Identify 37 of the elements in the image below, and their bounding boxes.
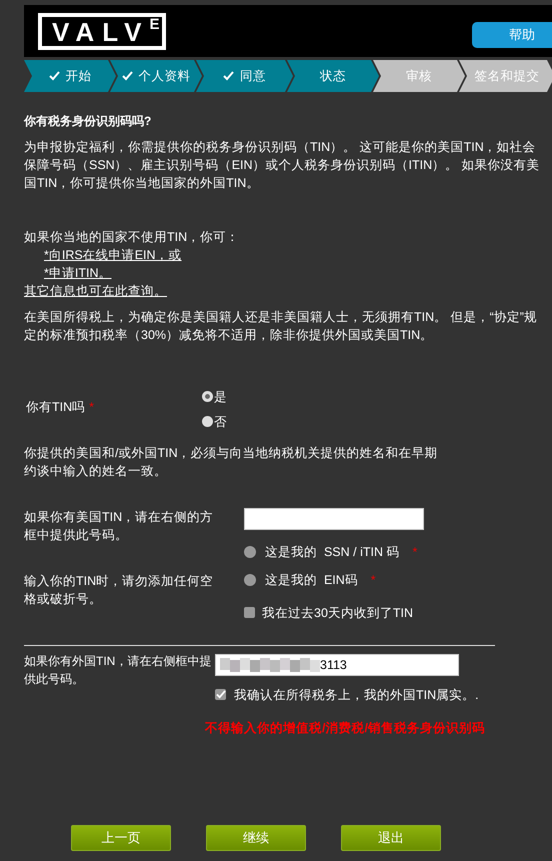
progress-step: 审核	[373, 60, 465, 92]
field-label: 如果你有外国TIN，请在右侧框中提供此号码。	[24, 653, 212, 688]
checkbox-label: 我在过去30天内收到了TIN	[262, 604, 414, 622]
radio-button[interactable]	[244, 546, 256, 558]
no-tin-text: 如果你当地的国家不使用TIN，你可：	[24, 229, 240, 246]
radio-label: 是	[214, 388, 227, 406]
intro-text: 为申报协定福利，你需提供你的税务身份识别码（TIN）。 这可能是你的美国TIN，如社会保障号码（SSN）、雇主识别号码（EIN）或个人税务身份识别码（ITIN）。 如果你没有美国TIN，你可提供你当地国家的外国TIN。	[24, 139, 541, 192]
progress-step: 个人资料	[110, 60, 202, 92]
us-tin-field[interactable]	[244, 508, 424, 530]
required-mark: *	[370, 572, 376, 589]
progress-step: 签名和提交	[459, 60, 552, 92]
checkbox[interactable]	[215, 689, 226, 700]
radio-label: 这是我的 SSN / iTIN 码	[265, 544, 400, 561]
radio-label: 否	[214, 414, 227, 430]
foreign-tin-field[interactable]: 3113	[215, 654, 459, 676]
checkbox-label: 我确认在所得税务上，我的外国TIN属实。.	[234, 686, 479, 704]
link[interactable]: *向IRS在线申请EIN，或	[44, 246, 182, 264]
field-label: 如果你有美国TIN，请在右侧的方框中提供此号码。	[24, 509, 214, 544]
radio-button[interactable]	[202, 391, 213, 402]
logo: VALV$^{E}$	[38, 12, 166, 50]
checkbox[interactable]	[244, 607, 255, 618]
warning-text: 不得输入你的增值税/消费税/销售税务身份识别码	[205, 720, 486, 737]
radio-button[interactable]	[244, 574, 256, 586]
radio-label: 这是我的 EIN码	[265, 572, 358, 589]
link[interactable]: *申请ITIN。	[44, 264, 112, 282]
match-note: 你提供的美国和/或外国TIN，必须与向当地纳税机关提供的姓名和在早期约谈中输入的姓名一致。	[24, 445, 439, 480]
section-title: 你有税务身份识别码吗?	[24, 113, 152, 130]
progress-step: 同意	[196, 60, 293, 92]
required-mark: *	[412, 544, 418, 561]
radio-button[interactable]	[202, 416, 213, 427]
required-mark: *	[89, 400, 94, 414]
hint-text: 输入你的TIN时，请勿添加任何空格或破折号。	[24, 573, 214, 608]
progress-step: 开始	[24, 60, 116, 92]
note-text: 在美国所得税上，为确定你是美国籍人还是非美国籍人士，无须拥有TIN。 但是，“协定”规定的标准预扣税率（30%）减免将不适用，除非你提供外国或美国TIN。	[24, 309, 538, 344]
field-label: 你有TIN吗	[26, 400, 86, 414]
progress-step: 状态	[287, 60, 379, 92]
more-info-link[interactable]: 其它信息也可在此查询。	[24, 282, 167, 300]
